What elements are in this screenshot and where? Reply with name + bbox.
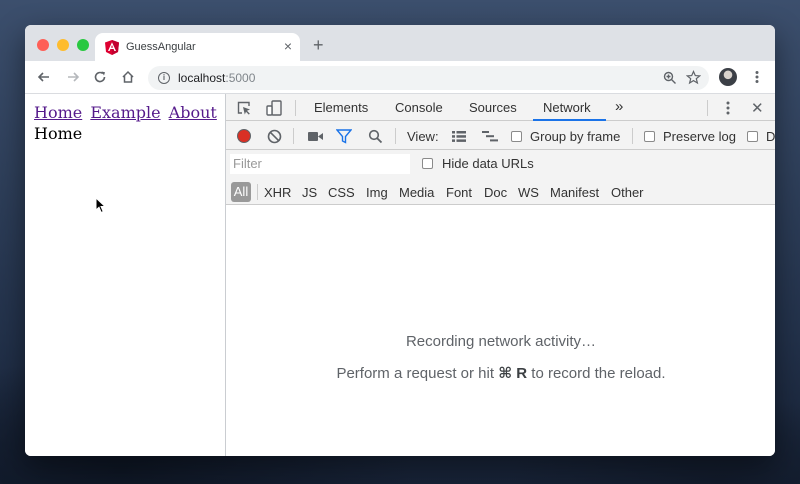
type-filter-js[interactable]: JS bbox=[302, 185, 317, 200]
zoom-icon[interactable] bbox=[663, 71, 677, 85]
back-arrow-icon[interactable] bbox=[36, 69, 52, 85]
type-filter-media[interactable]: Media bbox=[399, 185, 434, 200]
type-filter-css[interactable]: CSS bbox=[328, 185, 355, 200]
url-text: localhost:5000 bbox=[178, 71, 256, 85]
preserve-log-checkbox[interactable] bbox=[644, 131, 655, 142]
devtools-separator bbox=[707, 100, 708, 116]
tab-title: GuessAngular bbox=[126, 41, 196, 53]
tab-elements[interactable]: Elements bbox=[314, 100, 368, 115]
devtools-separator bbox=[295, 100, 296, 116]
tab-sources[interactable]: Sources bbox=[469, 100, 517, 115]
disable-cache-label: D bbox=[766, 129, 775, 144]
type-filter-doc[interactable]: Doc bbox=[484, 185, 507, 200]
type-filter-xhr[interactable]: XHR bbox=[264, 185, 291, 200]
type-filter-font[interactable]: Font bbox=[446, 185, 472, 200]
home-icon[interactable] bbox=[120, 69, 136, 85]
type-separator bbox=[257, 184, 258, 200]
bookmark-star-icon[interactable] bbox=[686, 70, 701, 85]
type-filter-all[interactable]: All bbox=[231, 182, 251, 202]
new-tab-button[interactable]: + bbox=[313, 36, 324, 54]
tab-console[interactable]: Console bbox=[395, 100, 443, 115]
mouse-cursor-icon bbox=[95, 197, 107, 214]
devtools-close-icon[interactable]: ✕ bbox=[751, 99, 764, 117]
devtools-menu-icon[interactable] bbox=[720, 100, 736, 116]
route-outlet-text: Home bbox=[34, 124, 83, 143]
close-window-button[interactable] bbox=[37, 39, 49, 51]
group-by-frame-checkbox[interactable] bbox=[511, 131, 522, 142]
profile-avatar[interactable] bbox=[719, 68, 737, 86]
record-button[interactable] bbox=[237, 129, 251, 143]
toolbar-separator bbox=[632, 128, 633, 144]
type-filter-ws[interactable]: WS bbox=[518, 185, 539, 200]
large-rows-icon[interactable] bbox=[451, 130, 467, 143]
inspect-element-icon[interactable] bbox=[236, 100, 252, 116]
disable-cache-checkbox[interactable] bbox=[747, 131, 758, 142]
page-content: Home Example About Home bbox=[25, 94, 225, 456]
more-tabs-icon[interactable]: » bbox=[615, 98, 623, 115]
group-by-frame-label: Group by frame bbox=[530, 129, 621, 144]
tab-strip: GuessAngular × + bbox=[25, 25, 775, 61]
nav-link-example[interactable]: Example bbox=[90, 103, 160, 122]
maximize-window-button[interactable] bbox=[77, 39, 89, 51]
search-icon[interactable] bbox=[368, 129, 383, 144]
toolbar-separator bbox=[395, 128, 396, 144]
hide-data-urls-label: Hide data URLs bbox=[442, 156, 534, 171]
view-label: View: bbox=[407, 129, 439, 144]
nav-link-about[interactable]: About bbox=[169, 103, 217, 122]
type-filter-other[interactable]: Other bbox=[611, 185, 644, 200]
minimize-window-button[interactable] bbox=[57, 39, 69, 51]
devtools-panel: Elements Console Sources Network » ✕ Vie… bbox=[225, 94, 775, 456]
filter-icon[interactable] bbox=[336, 129, 352, 144]
waterfall-icon[interactable] bbox=[481, 130, 499, 143]
empty-state-hint: Perform a request or hit ⌘ R to record t… bbox=[336, 365, 666, 382]
clear-icon[interactable] bbox=[267, 129, 282, 144]
filter-input[interactable]: Filter bbox=[230, 154, 410, 174]
browser-tab[interactable]: GuessAngular × bbox=[95, 33, 300, 61]
empty-state-title: Recording network activity… bbox=[405, 333, 597, 350]
address-bar[interactable]: i localhost:5000 bbox=[148, 66, 709, 90]
browser-toolbar: i localhost:5000 bbox=[25, 61, 775, 94]
info-icon[interactable]: i bbox=[158, 72, 170, 84]
reload-shortcut: ⌘ R bbox=[498, 365, 528, 382]
tab-network[interactable]: Network bbox=[543, 100, 591, 115]
reload-icon[interactable] bbox=[92, 69, 108, 85]
app-nav: Home Example About bbox=[34, 103, 220, 122]
forward-arrow-icon[interactable] bbox=[65, 69, 81, 85]
nav-link-home[interactable]: Home bbox=[34, 103, 82, 122]
tab-close-icon[interactable]: × bbox=[284, 38, 292, 54]
toolbar-separator bbox=[293, 128, 294, 144]
chrome-menu-icon[interactable] bbox=[749, 69, 765, 85]
preserve-log-label: Preserve log bbox=[663, 129, 736, 144]
capture-screenshots-icon[interactable] bbox=[307, 130, 324, 143]
type-filter-manifest[interactable]: Manifest bbox=[550, 185, 599, 200]
type-filter-img[interactable]: Img bbox=[366, 185, 388, 200]
hide-data-urls-checkbox[interactable] bbox=[422, 158, 433, 169]
device-toolbar-icon[interactable] bbox=[265, 99, 283, 117]
browser-window: GuessAngular × + i localhost:5000 Home E… bbox=[25, 25, 775, 456]
window-controls bbox=[37, 39, 89, 51]
devtools-tab-bar: Elements Console Sources Network » ✕ bbox=[226, 94, 775, 121]
angular-logo-icon bbox=[105, 40, 119, 55]
